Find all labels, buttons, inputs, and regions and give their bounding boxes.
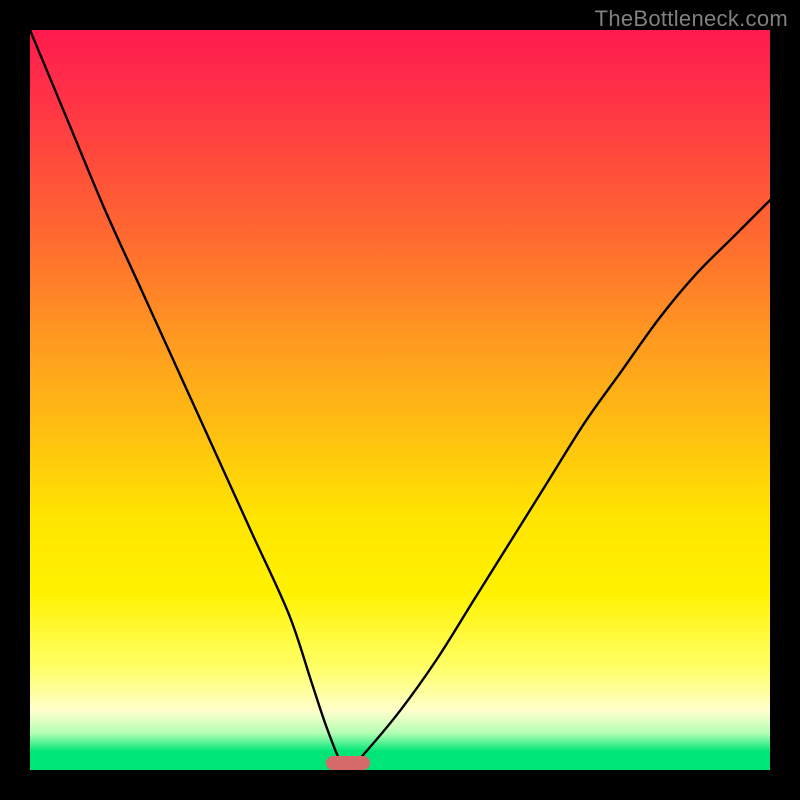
watermark-text: TheBottleneck.com [595,6,788,32]
plot-area [30,30,770,770]
curve-svg [30,30,770,770]
bottleneck-curve [30,30,770,770]
minimum-marker [326,756,370,770]
chart-frame: TheBottleneck.com [0,0,800,800]
